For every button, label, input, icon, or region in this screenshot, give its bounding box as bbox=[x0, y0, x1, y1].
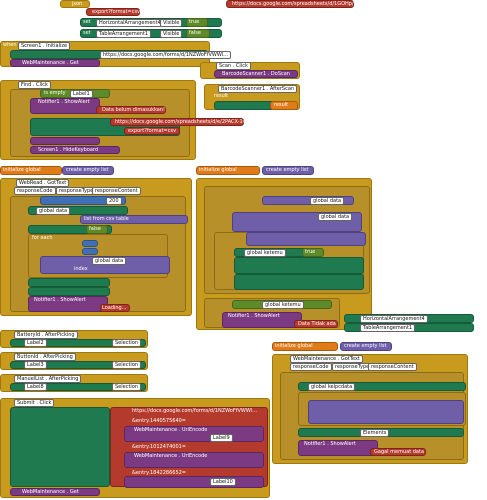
batteryid-pill: BatteryId . AfterPicking bbox=[14, 331, 78, 339]
set-webmaintenance-url-2[interactable] bbox=[10, 407, 110, 487]
index-label: index bbox=[74, 266, 88, 272]
init-global-label-3: initialize global bbox=[275, 343, 313, 349]
to-number[interactable] bbox=[82, 248, 98, 255]
for-each-label: for each bbox=[32, 235, 53, 241]
init-global-label-2: initialize global bbox=[199, 167, 237, 173]
create-empty-list-label-2: create empty list bbox=[266, 167, 309, 173]
set-label-text-2[interactable] bbox=[28, 278, 110, 287]
url-submit-label: https://docs.google.com/forms/d/1NZWoFfV… bbox=[132, 408, 257, 414]
set-label5-text[interactable] bbox=[234, 274, 364, 290]
response-content-pill: responseContent bbox=[92, 187, 141, 195]
call-get-label-2: WebMaintenance . Get bbox=[22, 489, 79, 495]
set-label-text-3[interactable] bbox=[28, 287, 110, 296]
data-belum-label: Data belum dimasukkan! bbox=[102, 107, 166, 113]
list-from-csv-label: list from csv table bbox=[84, 216, 129, 222]
visible-pill-2: Visible bbox=[160, 30, 183, 38]
call-webread-get[interactable] bbox=[30, 137, 100, 145]
notifier-label-3: Notifier1 . ShowAlert bbox=[228, 313, 280, 319]
notifier-label-4: Notifier1 . ShowAlert bbox=[304, 441, 356, 447]
response-type-pill: responseType bbox=[56, 187, 97, 195]
find-click-pill: Find . Click bbox=[18, 81, 51, 89]
loading-label: Loading... bbox=[102, 305, 127, 311]
elements-pill: Elements bbox=[360, 429, 390, 437]
notifier-label-1: Notifier1 . ShowAlert bbox=[38, 99, 90, 105]
when-label-1: when bbox=[3, 42, 17, 48]
global-data-pill-4: global data bbox=[318, 213, 353, 221]
global-kelpcdata-pill: global kelpcdata bbox=[308, 383, 356, 391]
add-items-to-list[interactable] bbox=[308, 400, 464, 424]
set-label-2: set bbox=[83, 30, 91, 36]
horizontal-arrangement-pill-2: HorizontalArrangement4 bbox=[360, 315, 428, 323]
uri-encode-label-2: WebMaintenance . UriEncode bbox=[134, 453, 208, 459]
json-label: json bbox=[72, 1, 83, 7]
label8-pill: Label8 bbox=[24, 383, 47, 391]
export-format-label: export?format=csv bbox=[92, 9, 141, 15]
entry-1-label: &entry.1440575640= bbox=[132, 418, 186, 424]
select-list-item-2[interactable] bbox=[246, 232, 366, 246]
init-global-label-1: initialize global bbox=[3, 167, 41, 173]
selection-pill-1: Selection bbox=[112, 339, 142, 347]
url-2-label: https://docs.google.com/spreadsheets/d/e… bbox=[115, 119, 257, 125]
barcode-do-scan-label: BarcodeScanner1 . DoScan bbox=[222, 71, 290, 77]
url-top-label: https://docs.google.com/spreadsheets/d/1… bbox=[232, 1, 365, 7]
true-label-1: true bbox=[189, 19, 200, 25]
label10-pill: Label10 bbox=[210, 478, 236, 486]
visible-pill-1: Visible bbox=[160, 19, 183, 27]
horizontal-arrangement-pill: HorizontalArrangement4 bbox=[96, 19, 164, 27]
entry-2-label: &entry.1012474001= bbox=[132, 444, 186, 450]
from-number[interactable] bbox=[82, 240, 98, 247]
manuelist-pill: ManuelList . AfterPicking bbox=[14, 375, 82, 383]
label3-pill: Label3 bbox=[24, 361, 47, 369]
notifier-label-2: Notifier1 . ShowAlert bbox=[34, 297, 86, 303]
create-empty-list-label-3: create empty list bbox=[344, 343, 387, 349]
label9-pill: Label9 bbox=[210, 434, 233, 442]
webmaintenance-got-text-pill: WebMaintenance . GotText bbox=[290, 355, 363, 363]
web-url-pill: https://docs.google.com/forms/d/1NZWoFfV… bbox=[100, 51, 231, 59]
selection-pill-2: Selection bbox=[112, 361, 142, 369]
global-data-pill-3: global data bbox=[310, 197, 345, 205]
set-label: set bbox=[83, 19, 91, 25]
screen-initialize-pill: Screen1 . Initialize bbox=[18, 42, 71, 50]
code-200-pill: 200 bbox=[106, 197, 122, 205]
is-empty-label: is empty bbox=[44, 90, 66, 96]
table-arrangement-pill: TableArrangement1 bbox=[96, 30, 152, 38]
uri-encode-3[interactable] bbox=[124, 476, 264, 488]
create-empty-list-label-1: create empty list bbox=[66, 167, 109, 173]
label2-pill: Label2 bbox=[24, 339, 47, 347]
response-code-pill-2: responseCode bbox=[290, 363, 332, 371]
uri-encode-label-1: WebMaintenance . UriEncode bbox=[134, 427, 208, 433]
false-label-1: false bbox=[189, 30, 201, 36]
webread-got-text-pill: WebRead . GotText bbox=[16, 179, 70, 187]
selection-pill-3: Selection bbox=[112, 383, 142, 391]
set-label4-text[interactable] bbox=[234, 257, 364, 274]
ketemu-pill-2: global ketemu bbox=[262, 301, 304, 309]
get-result-label: result bbox=[274, 102, 289, 108]
after-scan-pill: BarcodeScanner1 . AfterScan bbox=[218, 85, 298, 93]
global-data-pill-2: global data bbox=[92, 257, 127, 265]
gagal-memuat-label: Gagal memuat data bbox=[374, 449, 425, 455]
buttonid-pill: ButtonId . AfterPicking bbox=[14, 353, 76, 361]
scan-click-pill: Scan . Click bbox=[216, 62, 251, 70]
submit-click-pill: Submit . Click bbox=[14, 399, 55, 407]
response-code-pill: responseCode bbox=[14, 187, 56, 195]
call-get-label: WebMaintenance . Get bbox=[22, 60, 79, 66]
data-tidak-ada-label: Data Tidak ada bbox=[298, 321, 336, 327]
export-csv-label: export?format=csv bbox=[128, 128, 177, 134]
result-label: result bbox=[214, 93, 229, 99]
true-label-2: true bbox=[305, 249, 316, 255]
table-arrangement-pill-2: TableArrangement1 bbox=[360, 324, 416, 332]
ketemu-pill: global ketemu bbox=[244, 249, 286, 257]
label1-pill: Label1 bbox=[70, 90, 93, 98]
hide-keyboard-label: Screen1 . HideKeyboard bbox=[38, 147, 99, 153]
global-data-pill-1: global data bbox=[36, 207, 71, 215]
response-content-pill-2: responseContent bbox=[368, 363, 417, 371]
response-type-pill-2: responseType bbox=[332, 363, 373, 371]
false-label-2: false bbox=[89, 226, 101, 232]
